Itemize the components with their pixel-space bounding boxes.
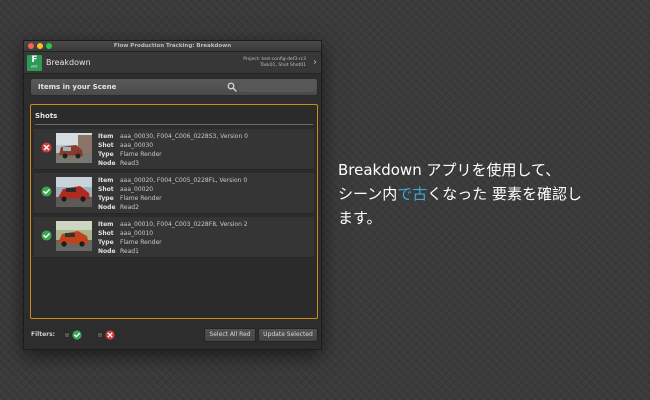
field-label-type: Type [98,239,114,246]
field-label-type: Type [98,151,114,158]
logo-sub: FPT [31,65,38,69]
field-node: Read1 [120,248,139,255]
field-node: Read3 [120,160,139,167]
field-label-node: Node [98,160,116,167]
field-label-node: Node [98,248,116,255]
x-circle-icon [105,330,115,340]
context-task: Task01, Shot Shot01 [260,63,306,68]
check-circle-icon[interactable] [41,230,52,241]
select-all-red-button[interactable]: Select All Red [204,328,256,342]
x-circle-icon[interactable] [41,142,52,153]
caption-line-2a: シーン内 [338,185,398,203]
app-name: Breakdown [46,58,91,67]
filter-ok-checkbox[interactable] [64,332,70,338]
search-icon [227,82,237,92]
field-label-shot: Shot [98,142,114,149]
field-label-item: Item [98,133,114,140]
caption-line-3: ます。 [338,209,382,227]
footer-bar: Filters: Select All Red Update Selected [24,326,321,350]
title-bar: Flow Production Tracking: Breakdown [24,41,321,52]
app-header: F FPT Breakdown Project: test-config-def… [24,52,321,74]
breakdown-window: Flow Production Tracking: Breakdown F FP… [23,40,322,350]
field-label-shot: Shot [98,230,114,237]
caption-line-1: Breakdown アプリを使用して、 [338,161,561,179]
field-shot: aaa_00010 [120,230,154,237]
chevron-right-icon[interactable]: › [313,56,317,70]
field-type: Flame Render [120,239,162,246]
field-node: Read2 [120,204,139,211]
update-selected-button[interactable]: Update Selected [258,328,318,342]
shots-divider [35,124,313,125]
app-logo: F FPT [27,55,42,71]
items-bar: Items in your Scene [30,78,318,96]
search-input[interactable] [238,82,316,92]
shot-row[interactable]: Item aaa_00030, F004_C006_0228S3, Version… [34,129,314,170]
shot-thumbnail [56,221,92,251]
field-label-shot: Shot [98,186,114,193]
field-item: aaa_00010, F004_C003_0228F8, Version 2 [120,221,248,228]
field-shot: aaa_00030 [120,142,154,149]
caption-line-2: シーン内で古くなった 要素を確認し [338,182,638,206]
field-item: aaa_00030, F004_C006_0228S3, Version 0 [120,133,248,140]
shot-fields: Item aaa_00020, F004_C005_0228FL, Version… [98,176,247,212]
window-title: Flow Production Tracking: Breakdown [113,43,232,49]
shot-row[interactable]: Item aaa_00020, F004_C005_0228FL, Version… [34,173,314,214]
field-label-node: Node [98,204,116,211]
caption-text: Breakdown アプリを使用して、 シーン内で古くなった 要素を確認し ます… [338,158,638,230]
filter-red-checkbox[interactable] [97,332,103,338]
caption-line-2c: くなった 要素を確認し [427,185,583,203]
check-circle-icon[interactable] [41,186,52,197]
items-label: Items in your Scene [38,83,117,91]
shot-thumbnail [56,133,92,163]
caption-line-2-highlight: で古 [397,185,428,203]
filters-label: Filters: [31,331,56,338]
field-type: Flame Render [120,195,162,202]
field-label-item: Item [98,221,114,228]
field-item: aaa_00020, F004_C005_0228FL, Version 0 [120,177,248,184]
field-label-item: Item [98,177,114,184]
context-info[interactable]: Project: test-config-def3-rc3 Task01, Sh… [243,57,306,69]
field-type: Flame Render [120,151,162,158]
logo-letter: F [31,55,38,65]
shot-fields: Item aaa_00010, F004_C003_0228F8, Version… [98,220,248,256]
field-shot: aaa_00020 [120,186,154,193]
shots-header: Shots [35,112,58,120]
shot-row[interactable]: Item aaa_00010, F004_C003_0228F8, Version… [34,217,314,258]
shot-thumbnail [56,177,92,207]
shot-fields: Item aaa_00030, F004_C006_0228S3, Version… [98,132,248,168]
check-circle-icon [72,330,82,340]
items-panel: Shots Item aaa_00030, F004_C006_0228S3, V… [30,104,318,319]
field-label-type: Type [98,195,114,202]
